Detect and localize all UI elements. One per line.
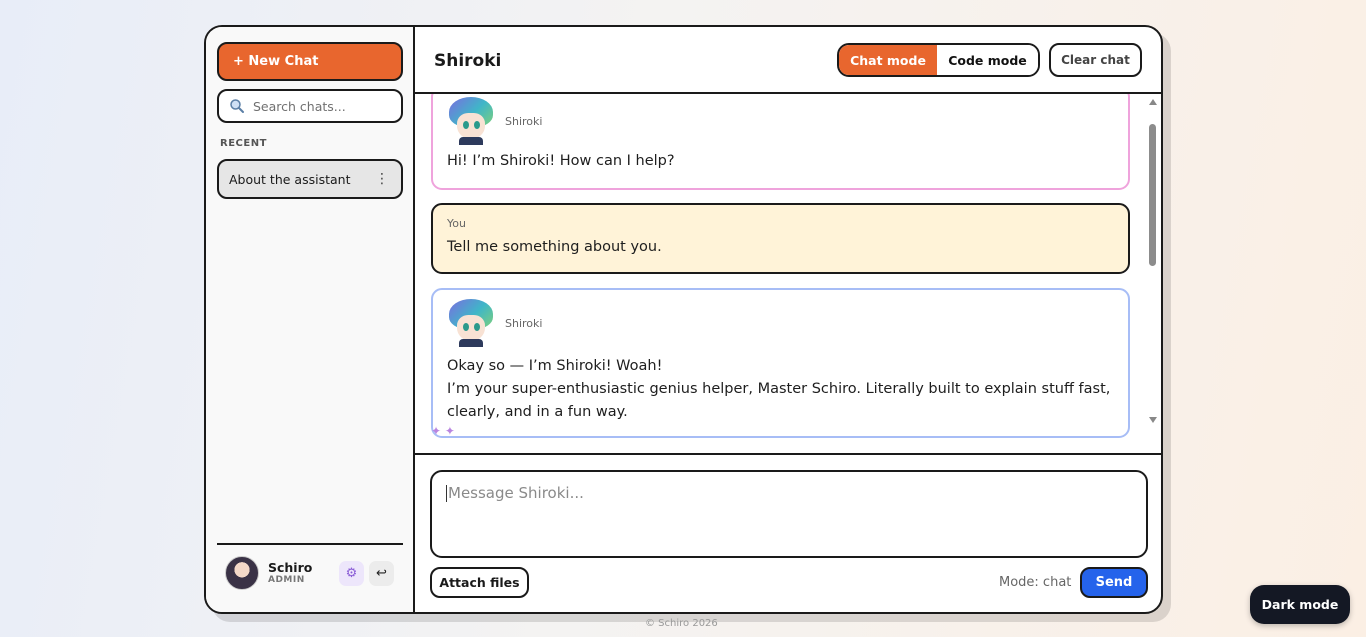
- send-button[interactable]: Send: [1080, 567, 1148, 598]
- message-text: Hi! I’m Shiroki! How can I help?: [447, 153, 675, 169]
- search-placeholder: Search chats...: [253, 98, 346, 114]
- message-text: Tell me something about you.: [447, 239, 662, 255]
- more-options-icon[interactable]: ⋮: [375, 171, 389, 187]
- user-profile-bar: Schiro ADMIN ⚙ ↩: [217, 543, 403, 601]
- text-caret: [446, 485, 447, 502]
- assistant-avatar: [447, 299, 495, 347]
- message-text-line: Okay so — I’m Shiroki! Woah!: [447, 358, 663, 374]
- mode-toggle: Chat mode Code mode: [837, 43, 1040, 77]
- sidebar: + New Chat Search chats... RECENT About …: [206, 27, 415, 612]
- recent-heading: RECENT: [220, 138, 267, 149]
- footer-copyright: © Schiro 2026: [645, 618, 718, 629]
- scroll-thumb[interactable]: [1149, 124, 1156, 266]
- return-icon: ↩: [376, 566, 387, 581]
- mode-status: Mode: chat: [999, 575, 1072, 590]
- assistant-message: Shiroki Hi! I’m Shiroki! How can I help?: [431, 94, 1130, 190]
- chat-app-window: + New Chat Search chats... RECENT About …: [204, 25, 1163, 614]
- message-sender: Shiroki: [505, 114, 543, 128]
- clear-chat-button[interactable]: Clear chat: [1049, 43, 1142, 77]
- message-input[interactable]: Message Shiroki...: [430, 470, 1148, 558]
- user-message: You Tell me something about you.: [431, 203, 1130, 274]
- dark-mode-toggle[interactable]: Dark mode: [1250, 585, 1350, 624]
- page-title: Shiroki: [434, 51, 502, 71]
- settings-button[interactable]: ⚙: [339, 561, 364, 586]
- chat-header: Shiroki Chat mode Code mode Clear chat: [415, 27, 1161, 94]
- code-mode-button[interactable]: Code mode: [937, 45, 1038, 75]
- message-list: Shiroki Hi! I’m Shiroki! How can I help?…: [415, 94, 1161, 453]
- scroll-down-arrow-icon[interactable]: [1149, 417, 1157, 423]
- chat-mode-button[interactable]: Chat mode: [839, 45, 937, 75]
- chat-list-item[interactable]: About the assistant ⋮: [217, 159, 403, 199]
- search-icon: [230, 99, 244, 113]
- logout-button[interactable]: ↩: [369, 561, 394, 586]
- scroll-up-arrow-icon[interactable]: [1149, 99, 1157, 105]
- assistant-avatar: [447, 97, 495, 145]
- message-sender: Shiroki: [505, 316, 543, 330]
- message-sender: You: [447, 217, 466, 230]
- user-name: Schiro: [268, 560, 313, 576]
- new-chat-button[interactable]: + New Chat: [217, 42, 403, 81]
- avatar: [225, 556, 259, 590]
- message-placeholder: Message Shiroki...: [448, 484, 584, 502]
- chat-item-title: About the assistant: [229, 171, 351, 187]
- gear-icon: ⚙: [345, 566, 358, 581]
- chat-main: Shiroki Chat mode Code mode Clear chat S…: [415, 27, 1161, 612]
- search-chats-input[interactable]: Search chats...: [217, 89, 403, 123]
- assistant-message: Shiroki Okay so — I’m Shiroki! Woah! I’m…: [431, 288, 1130, 438]
- sparkle-icon: ✦ ✦: [431, 424, 455, 438]
- message-scrollbar[interactable]: [1147, 94, 1159, 425]
- message-text-line: I’m your super-enthusiastic genius helpe…: [447, 381, 1111, 420]
- attach-files-button[interactable]: Attach files: [430, 567, 529, 598]
- user-role-badge: ADMIN: [268, 575, 305, 586]
- composer: Message Shiroki... Attach files Mode: ch…: [415, 453, 1161, 612]
